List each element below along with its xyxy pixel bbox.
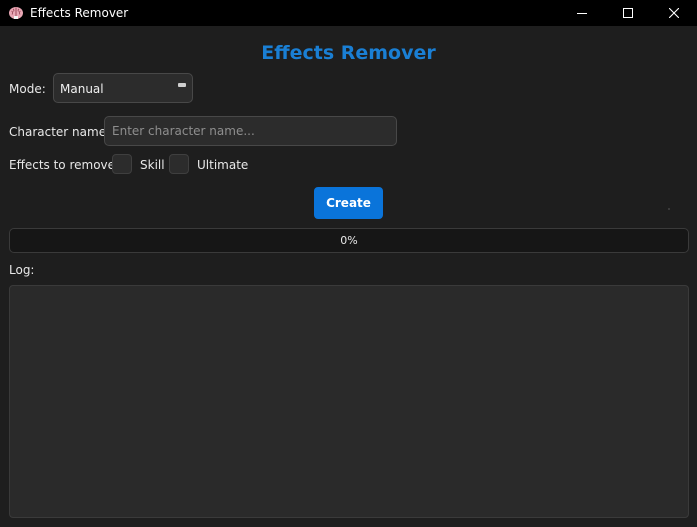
mode-selected-value: Manual xyxy=(60,82,104,96)
title-bar[interactable]: Effects Remover xyxy=(0,0,697,26)
close-icon xyxy=(669,8,679,18)
maximize-button[interactable] xyxy=(605,0,651,26)
character-name-input[interactable] xyxy=(104,116,397,146)
log-textarea[interactable] xyxy=(9,285,689,518)
minimize-icon xyxy=(577,13,587,14)
effects-label: Effects to remove: xyxy=(9,158,120,172)
brain-icon xyxy=(8,5,24,21)
page-title: Effects Remover xyxy=(261,42,436,64)
progress-text: 0% xyxy=(340,234,358,247)
progress-bar: 0% xyxy=(9,228,689,253)
resize-dot xyxy=(668,208,670,210)
create-button[interactable]: Create xyxy=(314,187,383,219)
ultimate-checkbox[interactable] xyxy=(169,154,189,174)
mode-combobox[interactable]: Manual xyxy=(53,73,193,103)
close-button[interactable] xyxy=(651,0,697,26)
skill-checkbox[interactable] xyxy=(112,154,132,174)
mode-label: Mode: xyxy=(9,82,46,96)
ultimate-label[interactable]: Ultimate xyxy=(197,157,248,173)
skill-label[interactable]: Skill xyxy=(140,157,165,173)
character-name-label: Character name: xyxy=(9,125,111,139)
dropdown-arrow-icon xyxy=(178,83,186,87)
log-label: Log: xyxy=(9,263,35,277)
maximize-icon xyxy=(623,8,633,18)
window-title: Effects Remover xyxy=(30,6,129,20)
app-window: Effects Remover Effects Remover Mode: Ma… xyxy=(0,0,697,527)
minimize-button[interactable] xyxy=(559,0,605,26)
